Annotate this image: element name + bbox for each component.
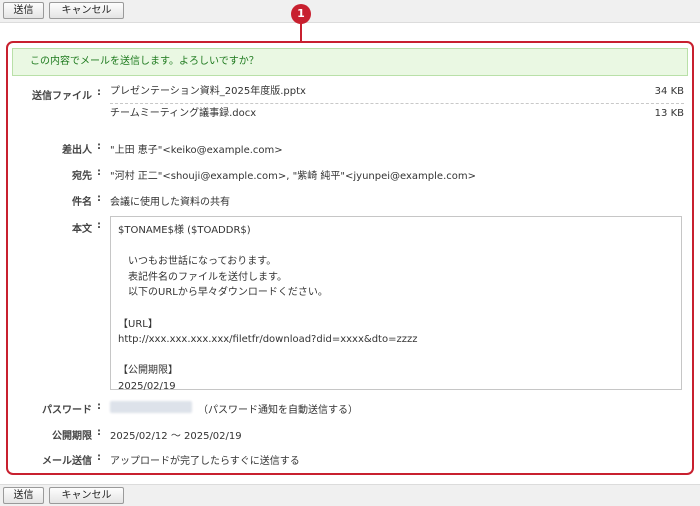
cancel-button-top[interactable]: キャンセル xyxy=(49,2,124,19)
file-row: プレゼンテーション資料_2025年度版.pptx 34 KB xyxy=(110,81,684,104)
send-button-top[interactable]: 送信 xyxy=(3,2,44,19)
confirm-message: この内容でメールを送信します。よろしいですか？ xyxy=(12,48,688,76)
cancel-button-bottom[interactable]: キャンセル xyxy=(49,487,124,504)
period-label: 公開期限 xyxy=(52,431,92,442)
body-label: 本文 xyxy=(72,224,92,235)
file-name: プレゼンテーション資料_2025年度版.pptx xyxy=(110,86,306,97)
file-name: チームミーティング議事録.docx xyxy=(110,108,257,119)
sender-label: 差出人 xyxy=(62,145,92,156)
mail-send-value: アップロードが完了したらすぐに送信する xyxy=(110,456,300,467)
period-colon: : xyxy=(97,427,101,438)
password-masked xyxy=(110,401,192,413)
file-row: チームミーティング議事録.docx 13 KB xyxy=(110,103,684,125)
password-label: パスワード xyxy=(42,405,92,416)
send-button-bottom[interactable]: 送信 xyxy=(3,487,44,504)
files-colon: : xyxy=(97,87,101,98)
callout-connector xyxy=(300,23,302,42)
body-textbox: $TONAME$様 ($TOADDR$) いつもお世話になっております。 表記件… xyxy=(110,216,682,392)
callout-marker: 1 xyxy=(291,4,311,24)
sender-value: "上田 恵子"<keiko@example.com> xyxy=(110,145,283,156)
sender-colon: : xyxy=(97,141,101,152)
subject-colon: : xyxy=(97,193,101,204)
mail-send-label: メール送信 xyxy=(42,456,92,467)
file-size: 34 KB xyxy=(654,86,684,97)
to-label: 宛先 xyxy=(72,171,92,182)
password-colon: : xyxy=(97,401,101,412)
file-size: 13 KB xyxy=(654,108,684,119)
mail-send-colon: : xyxy=(97,452,101,463)
files-label: 送信ファイル xyxy=(32,91,92,102)
top-toolbar: 送信 キャンセル xyxy=(0,0,700,23)
subject-label: 件名 xyxy=(72,197,92,208)
period-value: 2025/02/12 ～ 2025/02/19 xyxy=(110,431,242,442)
subject-value: 会議に使用した資料の共有 xyxy=(110,197,230,208)
to-colon: : xyxy=(97,167,101,178)
body-text: $TONAME$様 ($TOADDR$) いつもお世話になっております。 表記件… xyxy=(118,225,418,392)
to-value: "河村 正二"<shouji@example.com>, "紫崎 純平"<jyu… xyxy=(110,171,476,182)
body-colon: : xyxy=(97,220,101,231)
bottom-toolbar: 送信 キャンセル xyxy=(0,484,700,506)
password-note: （パスワード通知を自動送信する） xyxy=(198,405,358,416)
